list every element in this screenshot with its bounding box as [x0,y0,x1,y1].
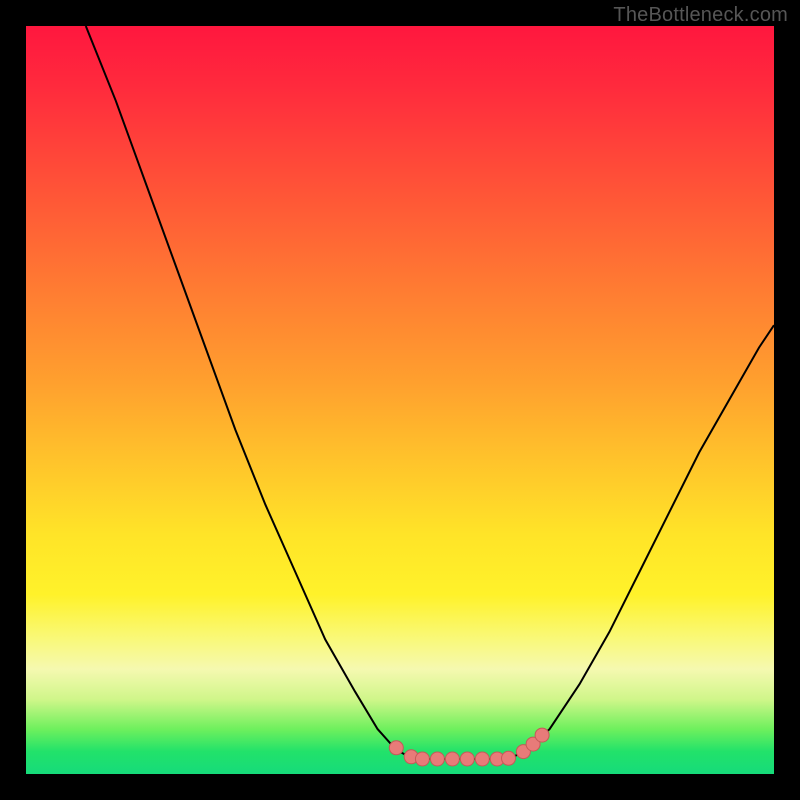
curve-path [86,26,774,759]
curve-marker [535,728,549,742]
plot-area [26,26,774,774]
curve-marker [445,752,459,766]
curve-marker [415,752,429,766]
chart-frame: TheBottleneck.com [0,0,800,800]
curve-marker [460,752,474,766]
watermark-text: TheBottleneck.com [613,4,788,27]
curve-marker [389,741,403,755]
curve-marker [475,752,489,766]
bottleneck-curve [26,26,774,774]
marker-group [389,728,549,766]
curve-marker [430,752,444,766]
curve-marker [502,751,516,765]
